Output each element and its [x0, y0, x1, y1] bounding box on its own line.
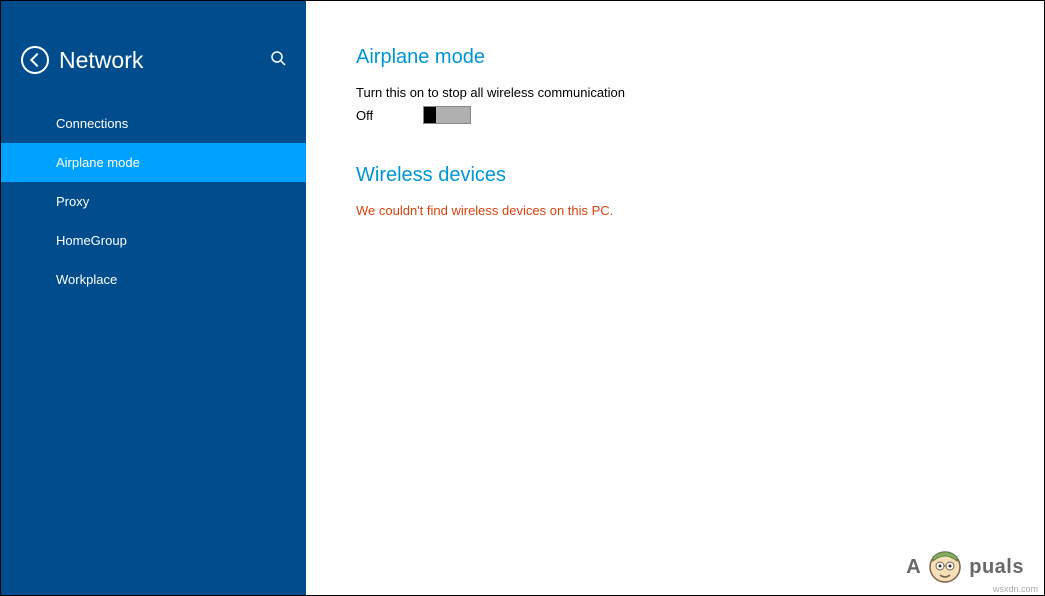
wireless-devices-title: Wireless devices [356, 164, 994, 187]
sidebar-item-airplane-mode[interactable]: Airplane mode [1, 143, 306, 182]
sidebar-item-proxy[interactable]: Proxy [1, 182, 306, 221]
page-title: Network [59, 47, 143, 74]
watermark-suffix: puals [969, 556, 1024, 579]
header-left: Network [21, 46, 143, 74]
sidebar-item-homegroup[interactable]: HomeGroup [1, 221, 306, 260]
sidebar-item-connections[interactable]: Connections [1, 104, 306, 143]
sidebar-header: Network [1, 36, 306, 104]
airplane-mode-description: Turn this on to stop all wireless commun… [356, 85, 994, 100]
back-arrow-icon [29, 53, 43, 67]
sidebar-nav: Connections Airplane mode Proxy HomeGrou… [1, 104, 306, 299]
back-button[interactable] [21, 46, 49, 74]
search-icon [270, 50, 286, 66]
mascot-icon [927, 549, 963, 585]
sidebar: Network Connections Airplane mode Proxy … [1, 1, 306, 595]
wireless-devices-error: We couldn't find wireless devices on thi… [356, 203, 994, 218]
watermark: A puals [906, 549, 1024, 585]
footer-source: wsxdn.com [993, 584, 1038, 594]
airplane-toggle[interactable] [423, 106, 471, 124]
airplane-toggle-row: Off [356, 106, 994, 124]
content-pane: Airplane mode Turn this on to stop all w… [306, 1, 1044, 595]
airplane-mode-title: Airplane mode [356, 46, 994, 69]
watermark-prefix: A [906, 556, 921, 579]
sidebar-item-workplace[interactable]: Workplace [1, 260, 306, 299]
airplane-toggle-state: Off [356, 108, 373, 123]
settings-window: Network Connections Airplane mode Proxy … [1, 1, 1044, 595]
search-button[interactable] [270, 50, 286, 71]
toggle-knob-icon [424, 107, 436, 123]
